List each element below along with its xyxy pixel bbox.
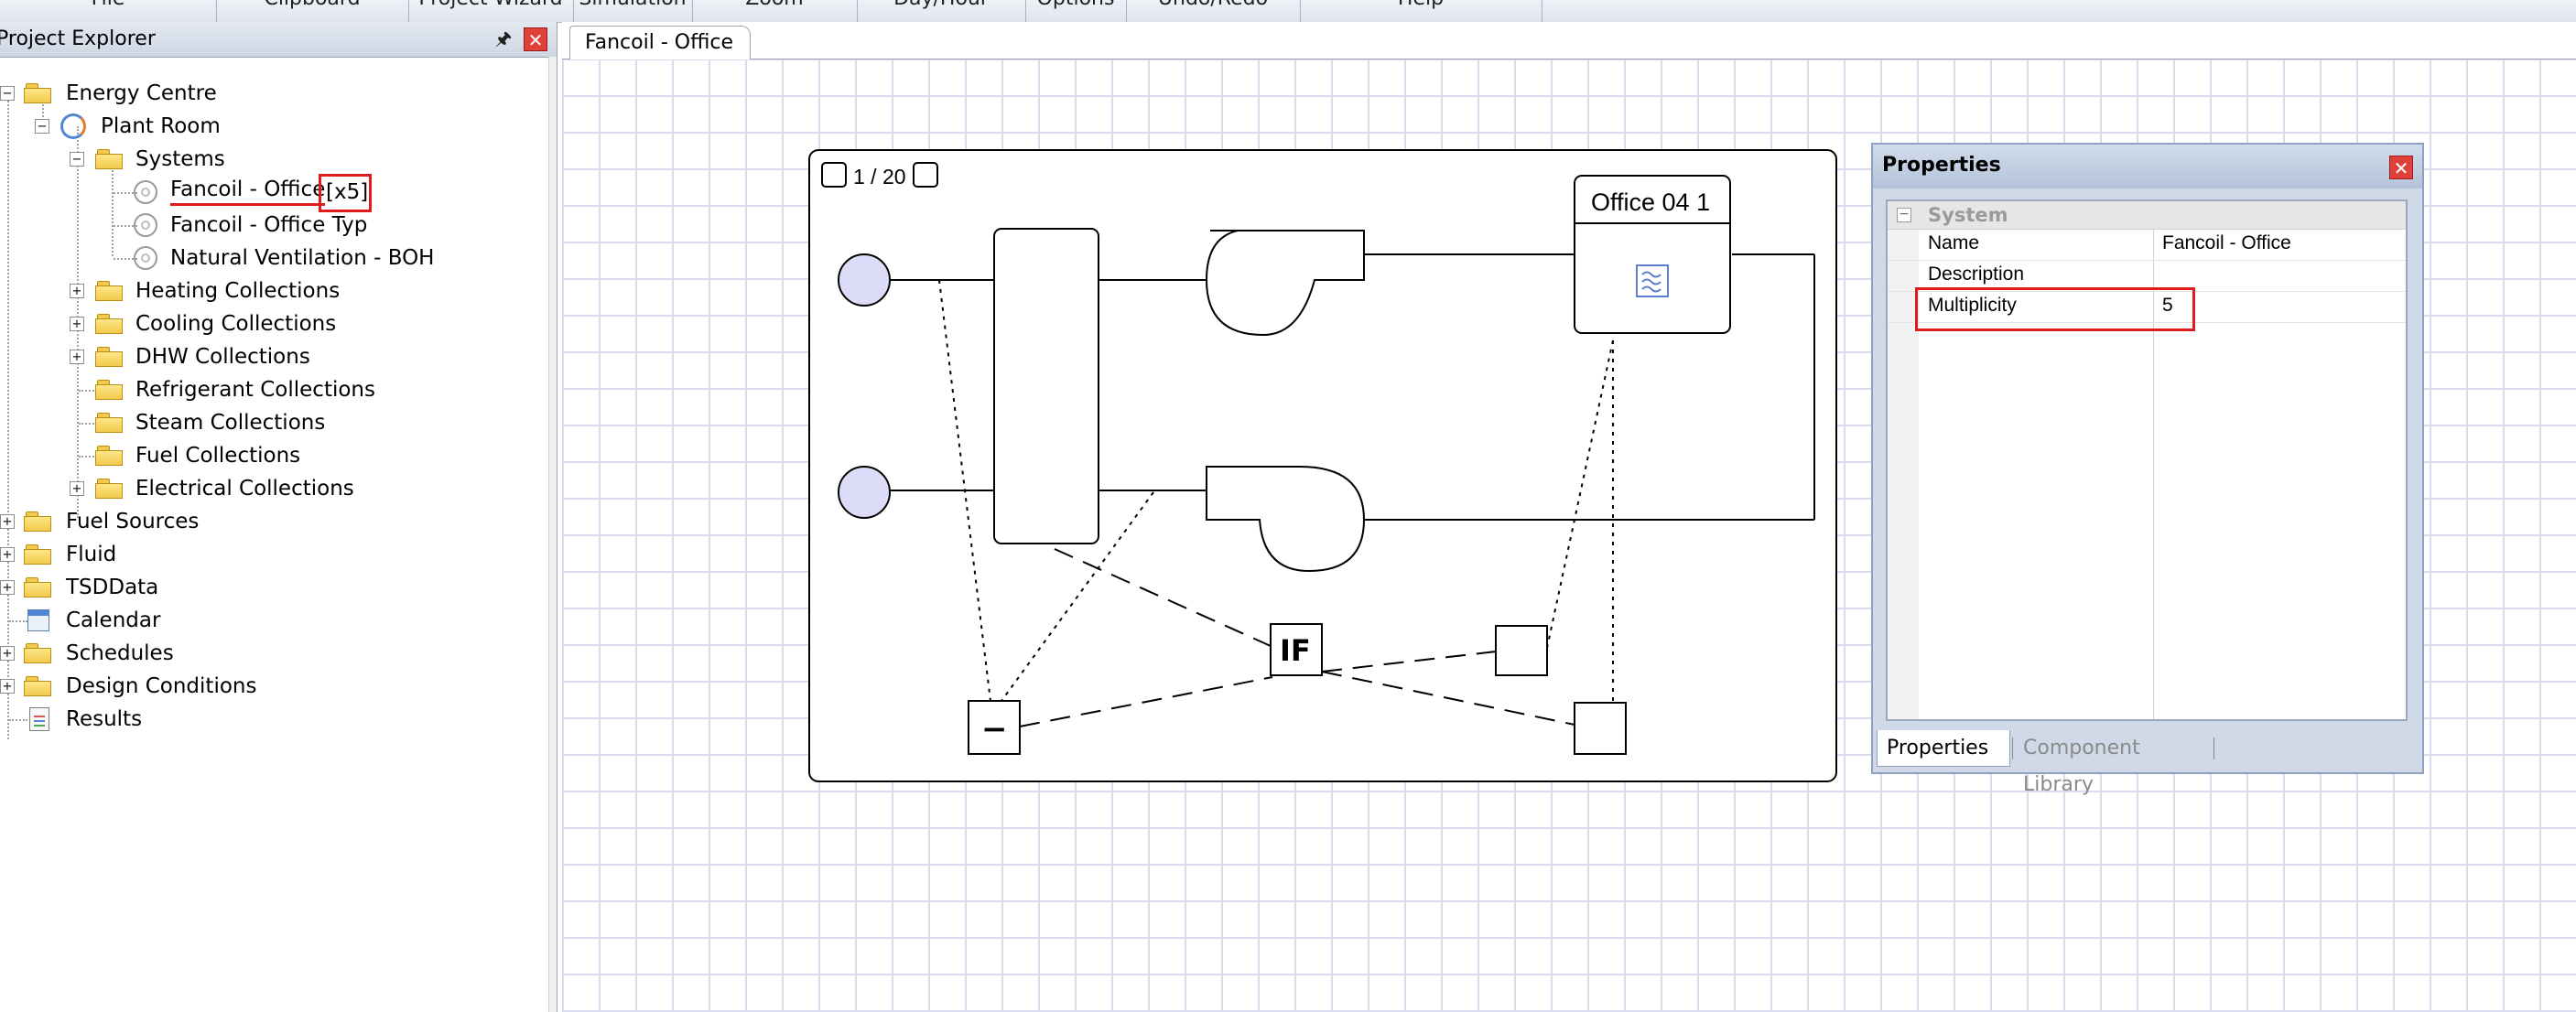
highlight-box [1915, 287, 2195, 331]
property-name: Description [1928, 264, 2025, 285]
properties-title: Properties [1882, 154, 2001, 177]
radiant-icon [1636, 264, 1669, 297]
tab-properties[interactable]: Properties [1877, 730, 2010, 767]
close-icon[interactable]: ✕ [2389, 156, 2413, 179]
controller-label: IF [1280, 633, 1311, 668]
tab-component-library[interactable]: Component Library [2014, 730, 2215, 796]
heat-exchanger [993, 228, 1099, 544]
property-category[interactable]: − System [1888, 201, 2406, 230]
properties-header: Properties ✕ [1873, 145, 2422, 188]
tab-separator [2012, 737, 2013, 759]
tab-separator [2213, 737, 2214, 759]
property-name: Name [1928, 232, 1980, 253]
sensor-box-right-bottom [1574, 702, 1627, 755]
property-row-name[interactable]: Name Fancoil - Office [1888, 229, 2406, 261]
space-label: Office 04 1 [1591, 188, 1710, 216]
sensor-label: − [981, 711, 1008, 748]
multiplicity-box-left [821, 162, 847, 188]
page-indicator: 1 / 20 [853, 165, 906, 188]
boundary-node-top [838, 253, 891, 307]
properties-panel: Properties ✕ − System Name Fancoil - Off… [1871, 143, 2424, 796]
property-grid: − System Name Fancoil - Office Descripti… [1886, 199, 2408, 721]
property-value[interactable]: Fancoil - Office [2162, 232, 2291, 254]
multiplicity-box-right [913, 162, 938, 188]
collapse-icon[interactable]: − [1897, 208, 1911, 222]
category-label: System [1928, 204, 2008, 226]
sensor-box-right-top [1495, 625, 1548, 676]
boundary-node-bottom [838, 466, 891, 519]
properties-tabstrip: Properties Component Library [1873, 730, 2422, 796]
